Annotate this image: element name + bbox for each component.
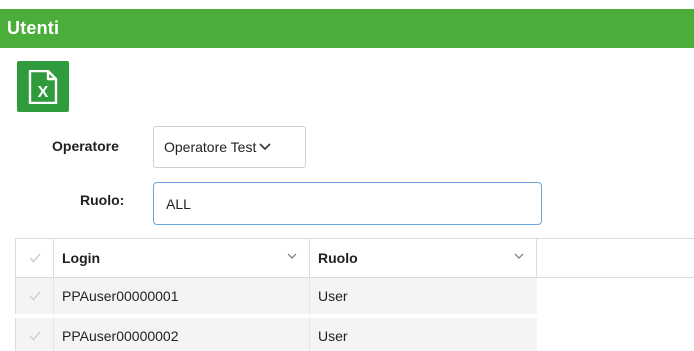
cell-login: PPAuser00000002	[54, 318, 310, 351]
check-icon	[28, 331, 41, 341]
check-icon	[28, 291, 41, 301]
chevron-down-icon[interactable]	[287, 253, 297, 260]
page-title: Utenti	[7, 18, 60, 38]
ruolo-label: Ruolo:	[80, 192, 125, 208]
column-header-login-label: Login	[62, 250, 101, 266]
ruolo-input[interactable]	[153, 182, 542, 225]
table-row[interactable]: PPAuser00000002 User	[15, 318, 537, 351]
excel-export-icon: X	[28, 69, 58, 104]
excel-export-button[interactable]: X	[17, 61, 69, 112]
header-bar: Utenti	[0, 9, 694, 48]
chevron-down-icon	[259, 143, 271, 151]
users-grid: Login Ruolo PPAuser00000001 User PPAuser…	[15, 238, 694, 351]
row-checkbox[interactable]	[16, 318, 54, 351]
page: Utenti X Operatore Operatore Test Ruolo:…	[0, 0, 694, 351]
table-row[interactable]: PPAuser00000001 User	[15, 278, 537, 314]
grid-header: Login Ruolo	[15, 238, 694, 278]
operatore-label: Operatore	[52, 138, 119, 154]
svg-text:X: X	[38, 84, 49, 101]
column-header-ruolo[interactable]: Ruolo	[310, 239, 537, 277]
chevron-down-icon[interactable]	[514, 253, 524, 260]
check-icon	[28, 253, 41, 263]
operatore-select-value: Operatore Test	[164, 139, 257, 155]
cell-ruolo: User	[310, 318, 537, 351]
row-checkbox[interactable]	[16, 278, 54, 314]
cell-ruolo: User	[310, 278, 537, 314]
column-header-ruolo-label: Ruolo	[318, 250, 358, 266]
select-all-checkbox[interactable]	[16, 239, 54, 277]
column-header-login[interactable]: Login	[54, 239, 310, 277]
operatore-select[interactable]: Operatore Test	[153, 126, 306, 168]
cell-login: PPAuser00000001	[54, 278, 310, 314]
